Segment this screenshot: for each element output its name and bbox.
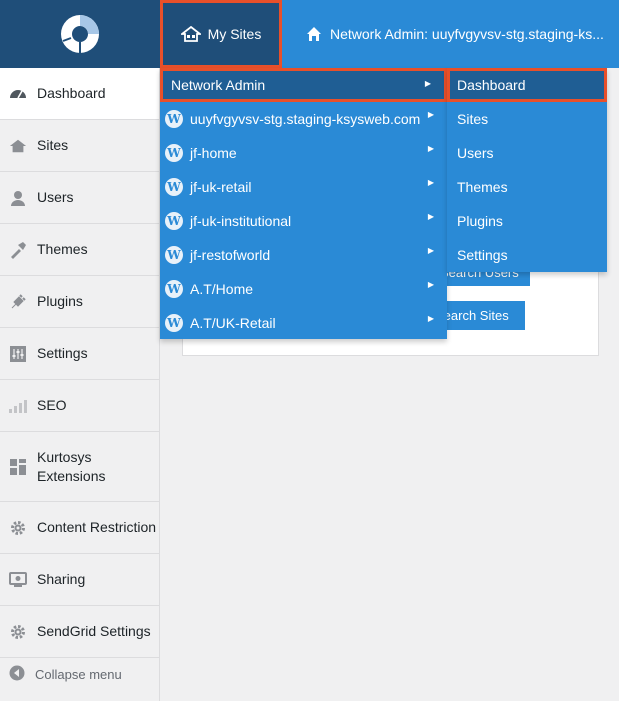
flyout-item-label: A.T/UK-Retail — [190, 315, 276, 331]
flyout-item-label: jf-uk-institutional — [190, 213, 292, 229]
submenu-item-users[interactable]: Users — [447, 136, 607, 170]
seo-icon — [9, 397, 27, 415]
sidebar-item-sharing[interactable]: Sharing — [0, 554, 159, 606]
sidebar-item-label: Dashboard — [37, 85, 106, 101]
submenu-arrow-icon: ▶ — [427, 246, 434, 255]
sidebar-item-seo[interactable]: SEO — [0, 380, 159, 432]
themes-icon — [9, 241, 27, 259]
sidebar-item-label: Kurtosys Extensions — [37, 448, 106, 484]
submenu-arrow-icon: ▶ — [427, 110, 434, 119]
submenu-item-label: Plugins — [457, 213, 503, 229]
collapse-icon — [9, 665, 25, 684]
sidebar-item-content-restriction[interactable]: Content Restriction — [0, 502, 159, 554]
sidebar-item-settings[interactable]: Settings — [0, 328, 159, 380]
settings-icon — [9, 345, 27, 363]
submenu-item-sites[interactable]: Sites — [447, 102, 607, 136]
sidebar-item-plugins[interactable]: Plugins — [0, 276, 159, 328]
submenu-item-settings[interactable]: Settings — [447, 238, 607, 272]
submenu-item-label: Settings — [457, 247, 508, 263]
sharing-icon — [9, 571, 27, 589]
sidebar-item-sites[interactable]: Sites — [0, 120, 159, 172]
flyout-item-site[interactable]: W uuyfvgyvsv-stg.staging-ksysweb.com ▶ — [160, 102, 447, 136]
plugins-icon — [9, 293, 27, 311]
sidebar-item-label: Content Restriction — [37, 519, 157, 535]
wordpress-icon: W — [165, 178, 183, 196]
flyout-item-label: jf-uk-retail — [190, 179, 252, 195]
sidebar-item-themes[interactable]: Themes — [0, 224, 159, 276]
submenu-arrow-icon: ▶ — [427, 314, 434, 323]
sidebar-item-label: Sharing — [37, 571, 86, 587]
home-icon — [307, 27, 321, 41]
my-sites-menu[interactable]: My Sites — [160, 0, 282, 68]
sidebar-item-label: SendGrid Settings — [37, 623, 151, 639]
collapse-menu-button[interactable]: Collapse menu — [0, 658, 159, 690]
submenu-item-plugins[interactable]: Plugins — [447, 204, 607, 238]
flyout-item-site[interactable]: W jf-home ▶ — [160, 136, 447, 170]
submenu-item-label: Themes — [457, 179, 508, 195]
extensions-icon — [9, 458, 27, 476]
wordpress-icon: W — [165, 280, 183, 298]
users-icon — [9, 189, 27, 207]
gear-icon — [9, 519, 27, 537]
flyout-item-site[interactable]: W A.T/Home ▶ — [160, 272, 447, 306]
submenu-arrow-icon: ▶ — [427, 178, 434, 187]
my-sites-dropdown: Network Admin ▶ W uuyfvgyvsv-stg.staging… — [160, 68, 447, 339]
sites-icon — [9, 137, 27, 155]
submenu-item-label: Users — [457, 145, 494, 161]
submenu-item-label: Sites — [457, 111, 489, 127]
my-sites-label: My Sites — [207, 26, 262, 42]
gear-icon — [9, 623, 27, 641]
wordpress-icon: W — [165, 314, 183, 332]
wordpress-icon: W — [165, 110, 183, 128]
submenu-item-label: Dashboard — [457, 77, 526, 93]
sidebar-item-label: Themes — [37, 241, 88, 257]
flyout-item-site[interactable]: W jf-uk-retail ▶ — [160, 170, 447, 204]
flyout-item-site[interactable]: W jf-uk-institutional ▶ — [160, 204, 447, 238]
flyout-item-network-admin[interactable]: Network Admin ▶ — [160, 68, 447, 102]
sidebar-item-label: Plugins — [37, 293, 83, 309]
flyout-item-label: A.T/Home — [190, 281, 254, 297]
sidebar-item-users[interactable]: Users — [0, 172, 159, 224]
sidebar-item-dashboard[interactable]: Dashboard — [0, 68, 159, 120]
flyout-item-label: uuyfvgyvsv-stg.staging-ksysweb.com — [190, 111, 421, 127]
sidebar-item-label: Sites — [37, 137, 69, 153]
flyout-item-site[interactable]: W A.T/UK-Retail ▶ — [160, 306, 447, 340]
flyout-item-label: Network Admin — [171, 77, 266, 93]
admin-sidebar: Dashboard Sites Users Themes Plugins Set… — [0, 68, 160, 701]
flyout-item-label: jf-home — [190, 145, 237, 161]
submenu-arrow-icon: ▶ — [424, 79, 431, 88]
sidebar-item-sendgrid-settings[interactable]: SendGrid Settings — [0, 606, 159, 658]
network-admin-link[interactable]: Network Admin: uuyfvgyvsv-stg.staging-ks… — [306, 0, 604, 68]
wordpress-icon: W — [165, 144, 183, 162]
dashboard-icon — [9, 85, 27, 103]
multisite-logo-icon — [61, 15, 99, 53]
submenu-arrow-icon: ▶ — [427, 212, 434, 221]
sites-icon — [180, 26, 201, 42]
network-admin-submenu: Dashboard Sites Users Themes Plugins Set… — [447, 68, 607, 272]
submenu-arrow-icon: ▶ — [427, 280, 434, 289]
wordpress-icon: W — [165, 212, 183, 230]
network-admin-label: Network Admin: uuyfvgyvsv-stg.staging-ks… — [330, 26, 604, 42]
sidebar-item-label: Users — [37, 189, 74, 205]
flyout-item-label: jf-restofworld — [190, 247, 271, 263]
site-logo[interactable] — [0, 0, 160, 68]
submenu-arrow-icon: ▶ — [427, 144, 434, 153]
admin-bar: My Sites Network Admin: uuyfvgyvsv-stg.s… — [0, 0, 619, 68]
wordpress-icon: W — [165, 246, 183, 264]
sidebar-item-label: SEO — [37, 397, 67, 413]
sidebar-item-kurtosys-extensions[interactable]: Kurtosys Extensions — [0, 432, 159, 502]
sidebar-item-label: Settings — [37, 345, 88, 361]
submenu-item-themes[interactable]: Themes — [447, 170, 607, 204]
collapse-menu-label: Collapse menu — [35, 666, 122, 682]
submenu-item-dashboard[interactable]: Dashboard — [447, 68, 607, 102]
flyout-item-site[interactable]: W jf-restofworld ▶ — [160, 238, 447, 272]
